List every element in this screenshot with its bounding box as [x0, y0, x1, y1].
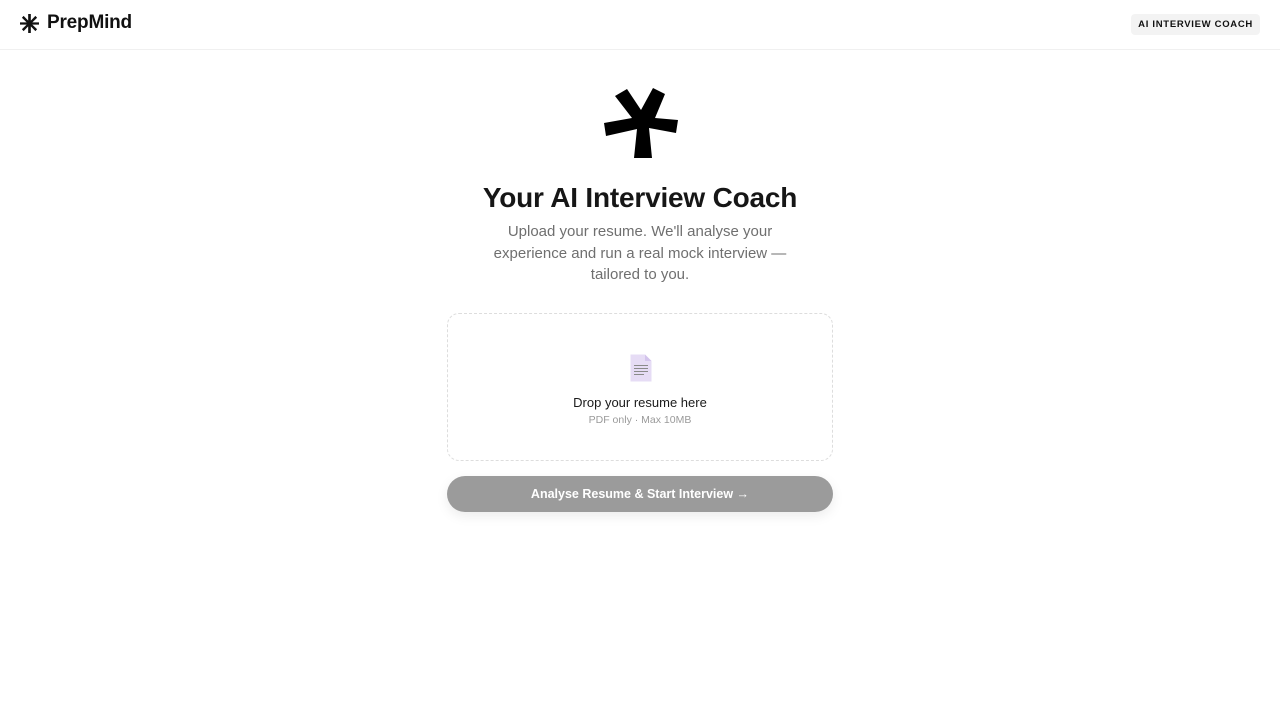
page-title: Your AI Interview Coach [482, 182, 798, 213]
resume-dropzone[interactable]: Drop your resume here PDF only · Max 10M… [447, 313, 833, 461]
dropzone-hint: PDF only · Max 10MB [588, 414, 692, 426]
dropzone-title: Drop your resume here [573, 395, 707, 410]
page-subtitle: Upload your resume. We'll analyse your e… [493, 223, 787, 284]
analyse-start-button[interactable]: Analyse Resume & Start Interview → [447, 476, 833, 512]
header-badge: AI INTERVIEW COACH [1131, 14, 1260, 35]
brand-logo-icon [20, 13, 39, 33]
hero-logo-icon [604, 88, 678, 158]
brand[interactable]: PrepMind [20, 12, 132, 34]
document-icon [630, 354, 652, 382]
brand-name: PrepMind [47, 12, 132, 33]
top-bar: PrepMind AI INTERVIEW COACH [0, 0, 1280, 50]
